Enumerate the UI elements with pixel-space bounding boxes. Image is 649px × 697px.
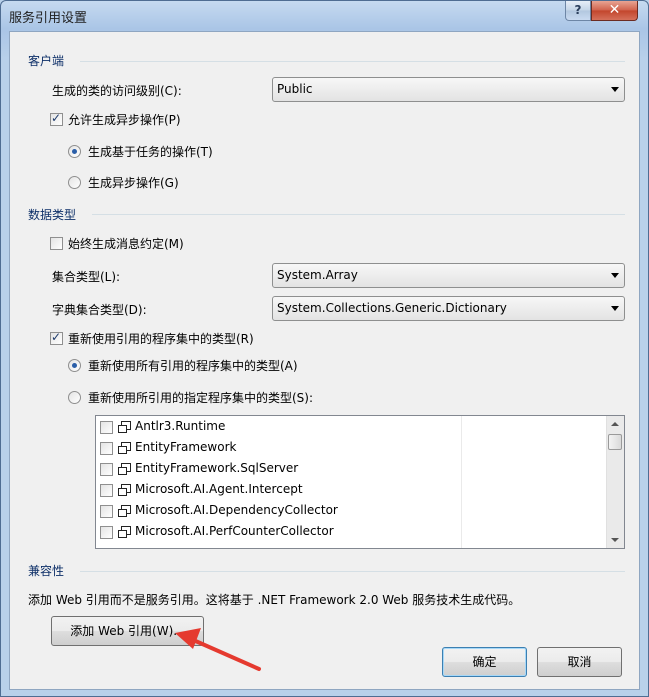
assembly-name: EntityFramework [135, 440, 237, 454]
collection-type-value: System.Array [277, 268, 358, 282]
reuse-types-checkbox[interactable] [50, 330, 63, 345]
assembly-list[interactable]: Antlr3.Runtime EntityFramework EntityFra… [95, 415, 625, 549]
cancel-button[interactable]: 取消 [537, 647, 622, 677]
assembly-checkbox[interactable] [100, 463, 113, 476]
always-generate-checkbox[interactable] [50, 237, 63, 250]
service-reference-settings-dialog: 服务引用设置 ? ✕ 客户端 生成的类的访问级别(C): Public 允许生成… [0, 0, 649, 697]
dialog-body: 客户端 生成的类的访问级别(C): Public 允许生成异步操作(P) 生成基… [9, 31, 640, 690]
async-ops-radio[interactable] [68, 176, 81, 189]
list-item[interactable]: Microsoft.AI.Agent.Intercept [100, 480, 460, 501]
title-bar[interactable]: 服务引用设置 ? ✕ [1, 1, 648, 31]
access-level-label: 生成的类的访问级别(C): [52, 84, 182, 98]
reuse-types-label: 重新使用引用的程序集中的类型(R) [68, 332, 254, 346]
scroll-thumb[interactable] [608, 434, 622, 450]
access-level-dropdown[interactable]: Public [272, 77, 625, 102]
ok-button[interactable]: 确定 [442, 647, 527, 677]
client-section-heading: 客户端 [28, 54, 65, 68]
data-type-section-heading: 数据类型 [28, 208, 77, 222]
dictionary-type-label: 字典集合类型(D): [52, 303, 147, 317]
assembly-name: EntityFramework.SqlServer [135, 461, 299, 475]
assembly-name: Microsoft.AI.DependencyCollector [135, 503, 338, 517]
assembly-checkbox[interactable] [100, 505, 113, 518]
collection-type-dropdown[interactable]: System.Array [272, 263, 625, 288]
collection-type-label: 集合类型(L): [52, 270, 121, 284]
assembly-checkbox[interactable] [100, 526, 113, 539]
reference-icon [118, 505, 131, 517]
list-item[interactable]: EntityFramework [100, 438, 460, 459]
reuse-all-radio[interactable] [68, 359, 81, 372]
scroll-down-icon[interactable] [611, 538, 619, 542]
list-item[interactable]: Microsoft.AI.DependencyCollector [100, 501, 460, 522]
reference-icon [118, 463, 131, 475]
allow-async-label: 允许生成异步操作(P) [68, 113, 181, 127]
assembly-checkbox[interactable] [100, 484, 113, 497]
assembly-name: Microsoft.AI.Agent.Intercept [135, 482, 303, 496]
assembly-checkbox[interactable] [100, 421, 113, 434]
window-title: 服务引用设置 [9, 11, 88, 26]
list-item[interactable]: Antlr3.Runtime [100, 417, 460, 438]
data-type-section-divider [92, 214, 625, 215]
dictionary-type-value: System.Collections.Generic.Dictionary [277, 301, 507, 315]
allow-async-checkbox[interactable] [50, 111, 63, 126]
chevron-down-icon [611, 273, 619, 278]
scroll-up-icon[interactable] [611, 422, 619, 426]
task-based-radio[interactable] [68, 145, 81, 158]
async-ops-label: 生成异步操作(G) [88, 176, 179, 190]
list-item[interactable]: EntityFramework.SqlServer [100, 459, 460, 480]
chevron-down-icon [611, 306, 619, 311]
help-button[interactable]: ? [565, 1, 591, 21]
vertical-scrollbar[interactable] [606, 416, 624, 548]
assembly-checkbox[interactable] [100, 442, 113, 455]
reference-icon [118, 484, 131, 496]
compat-description: 添加 Web 引用而不是服务引用。这将基于 .NET Framework 2.0… [28, 593, 521, 607]
reference-icon [118, 442, 131, 454]
reuse-specified-label: 重新使用所引用的指定程序集中的类型(S): [88, 391, 314, 405]
compat-section-divider [80, 571, 625, 572]
assembly-name: Antlr3.Runtime [135, 419, 226, 433]
dictionary-type-dropdown[interactable]: System.Collections.Generic.Dictionary [272, 296, 625, 321]
access-level-value: Public [277, 82, 313, 96]
compat-section-heading: 兼容性 [28, 564, 65, 578]
close-button[interactable]: ✕ [591, 1, 638, 21]
always-generate-label: 始终生成消息约定(M) [68, 237, 184, 251]
annotation-arrow-icon [175, 628, 261, 671]
reuse-all-label: 重新使用所有引用的程序集中的类型(A) [88, 359, 298, 373]
reference-icon [118, 526, 131, 538]
client-section-divider [80, 61, 625, 62]
reference-icon [118, 421, 131, 433]
assembly-name: Microsoft.AI.PerfCounterCollector [135, 524, 334, 538]
reuse-specified-radio[interactable] [68, 391, 81, 404]
list-item[interactable]: Microsoft.AI.PerfCounterCollector [100, 522, 460, 543]
task-based-label: 生成基于任务的操作(T) [88, 145, 213, 159]
chevron-down-icon [611, 87, 619, 92]
column-divider [461, 416, 462, 548]
